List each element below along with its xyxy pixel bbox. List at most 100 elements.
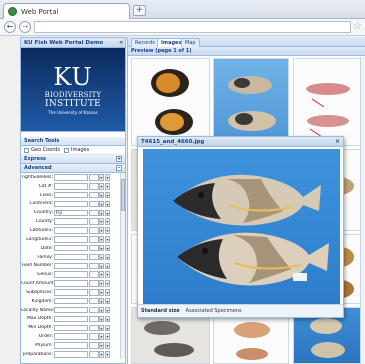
scrollbar-thumb[interactable] [121, 179, 125, 211]
operator-select[interactable] [89, 280, 99, 287]
chevron-down-icon[interactable]: ▾ [99, 183, 104, 190]
search-field-input[interactable]: Fiji [54, 209, 88, 217]
chevron-down-icon[interactable]: ▾ [99, 280, 104, 287]
search-field-input[interactable] [54, 244, 88, 252]
search-field-input[interactable] [54, 253, 88, 261]
chevron-down-icon[interactable]: ▾ [105, 280, 110, 287]
chevron-down-icon[interactable]: ▾ [105, 324, 110, 332]
chevron-down-icon[interactable]: ▾ [105, 174, 110, 181]
close-icon[interactable]: × [335, 137, 340, 147]
chevron-down-icon[interactable]: ▾ [105, 244, 110, 252]
chevron-down-icon[interactable]: ▾ [99, 333, 104, 340]
operator-select[interactable] [89, 191, 99, 199]
search-field-input[interactable] [54, 289, 88, 296]
chevron-down-icon[interactable]: ▾ [99, 236, 104, 243]
fields-scrollbar[interactable] [120, 173, 125, 359]
advanced-collapse-icon[interactable]: – [116, 165, 122, 171]
search-field-input[interactable] [54, 236, 88, 243]
search-field-input[interactable] [54, 315, 88, 323]
chevron-down-icon[interactable]: ▾ [105, 200, 110, 208]
chevron-down-icon[interactable]: ▾ [99, 191, 104, 199]
forward-button[interactable]: → [19, 21, 31, 33]
operator-select[interactable] [89, 183, 99, 190]
chevron-down-icon[interactable]: ▾ [99, 306, 104, 314]
chevron-down-icon[interactable]: ▾ [105, 227, 110, 234]
tab-standard-size[interactable]: Standard size [141, 308, 180, 314]
operator-select[interactable] [89, 342, 99, 349]
tab-associated-specimens[interactable]: Associated Specimens [186, 308, 242, 314]
chevron-down-icon[interactable]: ▾ [99, 227, 104, 234]
search-field-input[interactable] [54, 227, 88, 234]
chevron-down-icon[interactable]: ▾ [99, 289, 104, 296]
chevron-down-icon[interactable]: ▾ [105, 297, 110, 305]
chevron-down-icon[interactable]: ▾ [105, 306, 110, 314]
image-thumbnail[interactable] [213, 58, 289, 146]
express-header[interactable]: Express + [21, 155, 125, 164]
chevron-down-icon[interactable]: ▾ [105, 191, 110, 199]
operator-select[interactable] [89, 218, 99, 225]
chevron-down-icon[interactable]: ▾ [99, 351, 104, 358]
chevron-down-icon[interactable]: ▾ [99, 271, 104, 278]
image-viewer-header[interactable]: T4615_and_4660.jpg × [138, 137, 343, 147]
operator-select[interactable] [89, 209, 99, 217]
search-field-input[interactable] [54, 297, 88, 305]
operator-select[interactable] [89, 324, 99, 332]
chevron-down-icon[interactable]: ▾ [99, 262, 104, 270]
search-field-input[interactable] [54, 280, 88, 287]
search-field-input[interactable] [54, 200, 88, 208]
results-scrollbar[interactable] [360, 57, 365, 364]
search-field-input[interactable] [54, 183, 88, 190]
search-field-input[interactable] [54, 306, 88, 314]
operator-select[interactable] [89, 333, 99, 340]
operator-select[interactable] [89, 351, 99, 358]
search-field-input[interactable] [54, 174, 88, 181]
chevron-down-icon[interactable]: ▾ [99, 174, 104, 181]
operator-select[interactable] [89, 253, 99, 261]
image-thumbnail[interactable] [293, 58, 361, 146]
operator-select[interactable] [89, 297, 99, 305]
geo-coords-checkbox[interactable] [24, 147, 29, 153]
search-field-input[interactable] [54, 191, 88, 199]
operator-select[interactable] [89, 262, 99, 270]
chevron-down-icon[interactable]: ▾ [99, 342, 104, 349]
chevron-down-icon[interactable]: ▾ [105, 351, 110, 358]
express-expand-icon[interactable]: + [116, 156, 122, 162]
chevron-down-icon[interactable]: ▾ [105, 183, 110, 190]
chevron-down-icon[interactable]: ▾ [99, 200, 104, 208]
chevron-down-icon[interactable]: ▾ [105, 342, 110, 349]
tab-records[interactable]: Records [131, 38, 159, 47]
search-field-input[interactable] [54, 324, 88, 332]
address-bar[interactable] [34, 21, 351, 33]
chevron-down-icon[interactable]: ▾ [105, 209, 110, 217]
collapse-icon[interactable]: « [119, 38, 123, 48]
operator-select[interactable] [89, 271, 99, 278]
chevron-down-icon[interactable]: ▾ [105, 236, 110, 243]
chevron-down-icon[interactable]: ▾ [105, 262, 110, 270]
search-field-input[interactable] [54, 262, 88, 270]
chevron-down-icon[interactable]: ▾ [99, 315, 104, 323]
chevron-down-icon[interactable]: ▾ [99, 209, 104, 217]
chevron-down-icon[interactable]: ▾ [99, 244, 104, 252]
bookmark-star-icon[interactable]: ☆ [353, 21, 362, 32]
chevron-down-icon[interactable]: ▾ [105, 218, 110, 225]
tab-map[interactable]: Map [181, 38, 200, 47]
image-thumbnail[interactable] [131, 58, 210, 146]
search-field-input[interactable] [54, 351, 88, 358]
chevron-down-icon[interactable]: ▾ [105, 333, 110, 340]
operator-select[interactable] [89, 244, 99, 252]
operator-select[interactable] [89, 200, 99, 208]
operator-select[interactable] [89, 227, 99, 234]
operator-select[interactable] [89, 289, 99, 296]
search-field-input[interactable] [54, 271, 88, 278]
chevron-down-icon[interactable]: ▾ [105, 315, 110, 323]
back-button[interactable]: ← [4, 21, 16, 33]
operator-select[interactable] [89, 315, 99, 323]
chevron-down-icon[interactable]: ▾ [99, 297, 104, 305]
search-field-input[interactable] [54, 342, 88, 349]
search-field-input[interactable] [54, 333, 88, 340]
chevron-down-icon[interactable]: ▾ [105, 253, 110, 261]
chevron-down-icon[interactable]: ▾ [105, 289, 110, 296]
chevron-down-icon[interactable]: ▾ [105, 271, 110, 278]
chevron-down-icon[interactable]: ▾ [99, 324, 104, 332]
operator-select[interactable] [89, 236, 99, 243]
